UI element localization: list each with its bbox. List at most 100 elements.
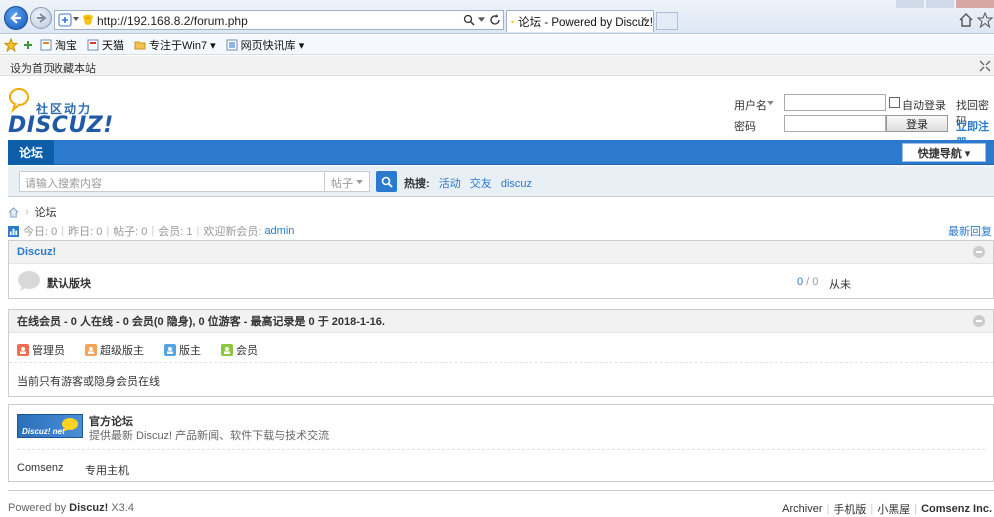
member-icon bbox=[221, 343, 233, 356]
comsenz-inc-link[interactable]: Comsenz Inc. bbox=[921, 503, 992, 515]
username-label: 用户名 bbox=[734, 100, 767, 112]
hosting-link[interactable]: 专用主机 bbox=[85, 462, 129, 478]
home-icon[interactable] bbox=[8, 206, 19, 218]
bookmark-site-link[interactable]: 收藏本站 bbox=[52, 60, 96, 76]
chevron-down-icon[interactable] bbox=[767, 101, 774, 106]
favorite-tmall[interactable]: 天猫 bbox=[87, 37, 124, 53]
archiver-link[interactable]: Archiver bbox=[782, 503, 822, 515]
chevron-down-icon[interactable] bbox=[478, 17, 485, 23]
stat-posts: 帖子: 0 bbox=[113, 226, 148, 238]
stat-yesterday: 昨日: 0 bbox=[68, 226, 103, 238]
chevron-down-icon bbox=[356, 180, 363, 185]
search-type-select[interactable]: 帖子 bbox=[324, 171, 370, 192]
hot-tag[interactable]: discuz bbox=[501, 178, 532, 190]
username-input[interactable] bbox=[784, 94, 886, 111]
compat-view-icon[interactable] bbox=[58, 13, 72, 27]
quick-nav-button[interactable]: 快捷导航 ▾ bbox=[902, 143, 986, 162]
forum-stats: 今日: 0 | 昨日: 0 | 帖子: 0 | 会员: 1 | 欢迎新会员: admin bbox=[8, 223, 294, 239]
search-button[interactable] bbox=[376, 171, 397, 192]
divider bbox=[17, 449, 985, 450]
role-label: 会员 bbox=[236, 344, 258, 357]
role-member: 会员 bbox=[221, 342, 258, 358]
hot-tag[interactable]: 交友 bbox=[470, 178, 492, 190]
search-icon[interactable] bbox=[463, 14, 475, 26]
stat-members: 会员: 1 bbox=[158, 226, 193, 238]
stats-chart-icon bbox=[8, 225, 19, 237]
maximize-button[interactable] bbox=[926, 0, 954, 8]
collapse-icon[interactable] bbox=[973, 246, 985, 258]
favorite-label: 天猫 bbox=[102, 39, 124, 52]
role-moderator: 版主 bbox=[164, 342, 201, 358]
favorite-folder-win7[interactable]: 专注于Win7 ▾ bbox=[134, 37, 216, 53]
favorites-star-icon[interactable] bbox=[4, 37, 18, 52]
discuz-net-badge[interactable]: Discuz! net bbox=[17, 414, 83, 438]
site-logo[interactable]: 社区动力 DISCUZ! bbox=[8, 86, 113, 138]
online-box: 在线会员 - 0 人在线 - 0 会员(0 隐身), 0 位游客 - 最高记录是… bbox=[8, 309, 994, 397]
breadcrumb-separator: › bbox=[25, 206, 29, 218]
category-box: Discuz! 默认版块 0 / 0 从未 bbox=[8, 240, 994, 299]
minimize-button[interactable] bbox=[896, 0, 924, 8]
online-header: 在线会员 - 0 人在线 - 0 会员(0 隐身), 0 位游客 - 最高记录是… bbox=[9, 310, 993, 333]
forum-last-post: 从未 bbox=[829, 279, 851, 291]
forward-button[interactable] bbox=[30, 7, 52, 29]
forum-bubble-icon bbox=[18, 271, 40, 291]
comsenz-link[interactable]: Comsenz bbox=[17, 462, 63, 474]
logo-brand: DISCUZ! bbox=[8, 113, 114, 138]
site-favicon-icon bbox=[511, 20, 514, 23]
newest-member-link[interactable]: admin bbox=[264, 225, 294, 237]
forum-name-link[interactable]: 默认版块 bbox=[47, 275, 91, 291]
fullscreen-icon[interactable] bbox=[979, 60, 991, 72]
footer-links: Archiver | 手机版 | 小黑屋 | Comsenz Inc. bbox=[782, 501, 992, 517]
page-icon bbox=[226, 39, 238, 51]
search-input[interactable]: 请输入搜索内容 bbox=[19, 171, 325, 192]
super-moderator-icon bbox=[85, 343, 97, 356]
official-forum-desc: 提供最新 Discuz! 产品新闻、软件下载与技术交流 bbox=[89, 430, 330, 442]
powered-brand[interactable]: Discuz! bbox=[69, 502, 108, 514]
online-note: 当前只有游客或隐身会员在线 bbox=[17, 376, 160, 388]
set-homepage-link[interactable]: 设为首页 bbox=[10, 60, 54, 76]
password-input[interactable] bbox=[784, 115, 886, 132]
nav-item-forum[interactable]: 论坛 bbox=[8, 140, 54, 165]
browser-toolbar: http://192.168.8.2/forum.php 论坛 - Powere… bbox=[0, 0, 994, 34]
home-icon[interactable] bbox=[958, 12, 974, 28]
mobile-link[interactable]: 手机版 bbox=[833, 501, 866, 517]
login-button[interactable]: 登录 bbox=[886, 115, 948, 132]
favorite-webslice-gallery[interactable]: 网页快讯库 ▾ bbox=[226, 37, 305, 53]
role-label: 管理员 bbox=[32, 344, 65, 357]
address-bar[interactable]: http://192.168.8.2/forum.php bbox=[54, 10, 504, 30]
page-icon bbox=[40, 39, 52, 51]
page-icon bbox=[87, 39, 99, 51]
online-title: 在线会员 - 0 人在线 - 0 会员(0 隐身), 0 位游客 - 最高记录是… bbox=[17, 316, 385, 328]
refresh-icon[interactable] bbox=[489, 14, 501, 26]
chevron-down-icon[interactable] bbox=[72, 15, 80, 23]
latest-reply-link[interactable]: 最新回复 bbox=[948, 223, 992, 239]
back-button[interactable] bbox=[4, 6, 28, 30]
favorite-taobao[interactable]: 淘宝 bbox=[40, 37, 77, 53]
hot-tag[interactable]: 活动 bbox=[439, 178, 461, 190]
favorites-star-icon[interactable] bbox=[977, 12, 993, 28]
auto-login-checkbox[interactable] bbox=[889, 97, 900, 108]
collapse-icon[interactable] bbox=[973, 315, 985, 327]
close-icon[interactable]: × bbox=[641, 14, 647, 26]
search-bar: 请输入搜索内容 帖子 热搜: 活动 交友 discuz bbox=[8, 166, 994, 197]
main-nav: 论坛 快捷导航 ▾ bbox=[8, 140, 994, 165]
stat-welcome: 欢迎新会员: bbox=[203, 226, 262, 238]
back-arrow-icon bbox=[10, 12, 21, 24]
role-admin: 管理员 bbox=[17, 342, 65, 358]
admin-icon bbox=[17, 343, 29, 356]
footer: Powered by Discuz! X3.4 Archiver | 手机版 | 小… bbox=[8, 490, 994, 517]
site-favicon-icon bbox=[83, 14, 93, 25]
category-title-link[interactable]: Discuz! bbox=[17, 246, 56, 258]
new-tab-button[interactable] bbox=[656, 12, 678, 30]
add-favorite-icon[interactable] bbox=[22, 39, 34, 51]
breadcrumb: › 论坛 bbox=[8, 204, 57, 220]
search-icon bbox=[381, 176, 393, 188]
browser-tab[interactable]: 论坛 - Powered by Discuz! × bbox=[506, 10, 654, 32]
favorite-label: 淘宝 bbox=[55, 39, 77, 52]
window-close-button[interactable] bbox=[956, 0, 994, 8]
password-label: 密码 bbox=[734, 121, 756, 133]
badge-text: Discuz! net bbox=[22, 427, 65, 436]
favorite-label: 网页快讯库 ▾ bbox=[240, 39, 305, 52]
blacklist-link[interactable]: 小黑屋 bbox=[877, 501, 910, 517]
category-header: Discuz! bbox=[9, 241, 993, 264]
